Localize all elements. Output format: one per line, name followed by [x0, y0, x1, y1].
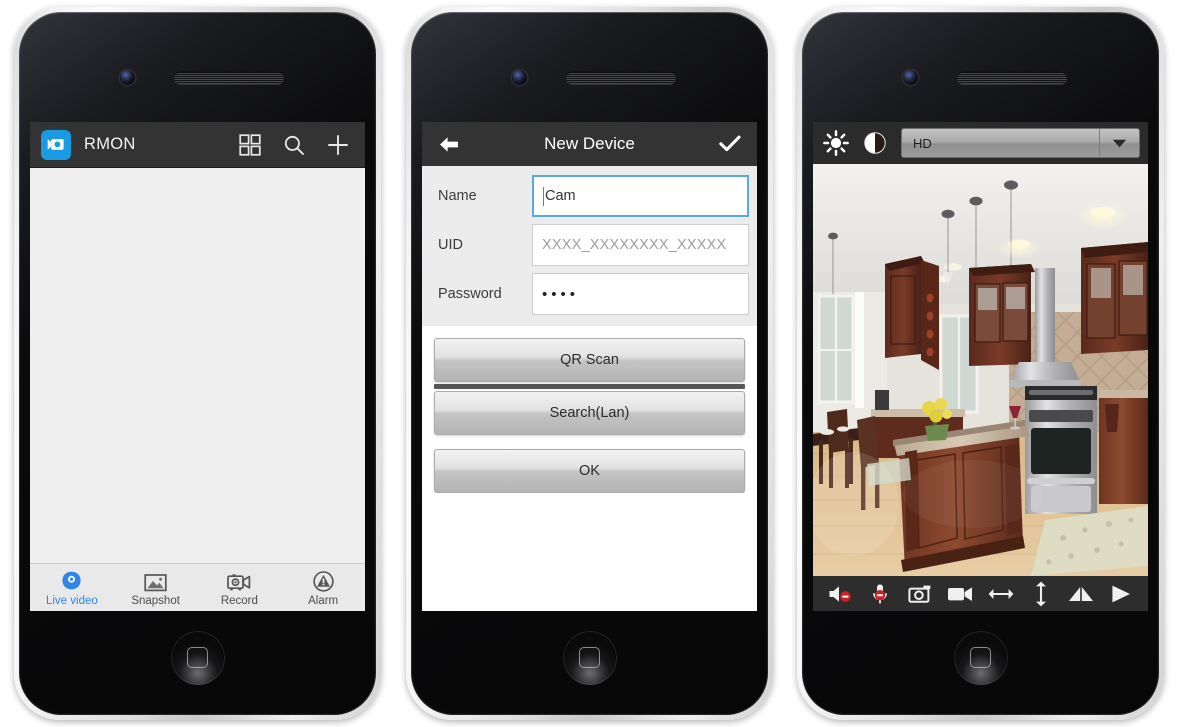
sensor-row: [411, 67, 768, 89]
front-camera-icon: [903, 70, 918, 85]
phone-live-view: HD: [797, 7, 1164, 720]
page-title: New Device: [544, 134, 635, 153]
quality-select-value: HD: [913, 135, 932, 151]
record-icon: [226, 569, 252, 594]
home-button[interactable]: [953, 631, 1008, 685]
quality-select[interactable]: HD: [901, 128, 1140, 158]
phone3-screen: HD: [813, 122, 1148, 611]
mirror-flip-icon[interactable]: [1067, 581, 1095, 607]
name-input-value: Cam: [545, 188, 576, 204]
pan-horizontal-icon[interactable]: [987, 581, 1015, 607]
tab-record[interactable]: Record: [198, 564, 282, 611]
tab-label: Alarm: [308, 594, 339, 607]
phone-bezel: RMON Live video Snapshot Record Alarm: [19, 12, 376, 715]
action-button-stack: QR Scan Search(Lan) OK: [422, 326, 757, 493]
kitchen-scene: [813, 164, 1148, 576]
home-button-square-icon: [969, 647, 991, 668]
app-title: RMON: [84, 135, 136, 153]
speaker-muted-icon[interactable]: [826, 581, 854, 607]
camera-snapshot-icon[interactable]: [906, 581, 934, 607]
tab-label: Snapshot: [131, 594, 180, 607]
field-label: UID: [438, 237, 463, 253]
qr-scan-button[interactable]: QR Scan: [434, 338, 745, 382]
live-video-feed[interactable]: [813, 164, 1148, 576]
live-video-icon: [59, 569, 84, 594]
search-lan-button[interactable]: Search(Lan): [434, 391, 745, 435]
earpiece-speaker: [174, 71, 284, 84]
snapshot-icon: [143, 569, 168, 594]
name-input[interactable]: Cam: [532, 175, 749, 217]
alarm-icon: [311, 569, 336, 594]
tab-alarm[interactable]: Alarm: [281, 564, 365, 611]
microphone-muted-icon[interactable]: [866, 581, 894, 607]
phone2-screen: New Device Name Cam UID XXXX_XXXXXXXX_XX…: [422, 122, 757, 611]
grid-view-icon[interactable]: [238, 133, 262, 157]
tab-snapshot[interactable]: Snapshot: [114, 564, 198, 611]
phone-bezel: New Device Name Cam UID XXXX_XXXXXXXX_XX…: [411, 12, 768, 715]
live-view-toolbar: HD: [813, 122, 1148, 164]
ok-button[interactable]: OK: [434, 449, 745, 493]
front-camera-icon: [512, 70, 527, 85]
field-row-uid: UID XXXX_XXXXXXXX_XXXXX: [422, 224, 757, 266]
chevron-down-icon: [1099, 129, 1139, 157]
home-button-square-icon: [578, 647, 600, 668]
front-camera-icon: [120, 70, 135, 85]
form-empty-space: [422, 493, 757, 608]
check-icon[interactable]: [717, 135, 743, 153]
app-topbar: RMON: [30, 122, 365, 168]
new-device-form: Name Cam UID XXXX_XXXXXXXX_XXXXX Passwor…: [422, 166, 757, 326]
phone1-screen: RMON Live video Snapshot Record Alarm: [30, 122, 365, 611]
device-list-empty[interactable]: [30, 168, 365, 563]
phone-device-list: RMON Live video Snapshot Record Alarm: [14, 7, 381, 720]
sensor-row: [19, 67, 376, 89]
camcorder-icon: [41, 129, 71, 160]
tab-label: Live video: [45, 594, 98, 607]
search-icon[interactable]: [282, 133, 306, 157]
new-device-navbar: New Device: [422, 122, 757, 166]
tab-label: Record: [220, 594, 258, 607]
field-label: Name: [438, 188, 477, 204]
password-input[interactable]: ••••: [532, 273, 749, 315]
button-separator: [434, 384, 745, 389]
text-caret: [543, 186, 544, 206]
uid-input[interactable]: XXXX_XXXXXXXX_XXXXX: [532, 224, 749, 266]
tab-live-video[interactable]: Live video: [30, 564, 114, 611]
password-input-value: ••••: [542, 285, 580, 303]
uid-input-placeholder: XXXX_XXXXXXXX_XXXXX: [542, 237, 727, 253]
sensor-row: [802, 67, 1159, 89]
brightness-icon[interactable]: [821, 128, 851, 158]
tilt-vertical-icon[interactable]: [1027, 581, 1055, 607]
home-button[interactable]: [170, 631, 225, 685]
field-label: Password: [438, 286, 502, 302]
earpiece-speaker: [566, 71, 676, 84]
home-button-square-icon: [186, 647, 208, 668]
back-arrow-icon[interactable]: [436, 136, 462, 153]
contrast-icon[interactable]: [860, 128, 890, 158]
video-record-icon[interactable]: [946, 581, 974, 607]
add-device-icon[interactable]: [326, 133, 350, 157]
bottom-tabbar: Live video Snapshot Record Alarm: [30, 563, 365, 611]
live-view-controls: [813, 576, 1148, 611]
screenshot-stage: RMON Live video Snapshot Record Alarm Ne…: [0, 0, 1177, 727]
home-button[interactable]: [562, 631, 617, 685]
phone-bezel: HD: [802, 12, 1159, 715]
topbar-actions: [238, 133, 354, 157]
field-row-name: Name Cam: [422, 175, 757, 217]
earpiece-speaker: [957, 71, 1067, 84]
phone-new-device: New Device Name Cam UID XXXX_XXXXXXXX_XX…: [406, 7, 773, 720]
field-row-password: Password ••••: [422, 273, 757, 315]
play-icon[interactable]: [1107, 581, 1135, 607]
